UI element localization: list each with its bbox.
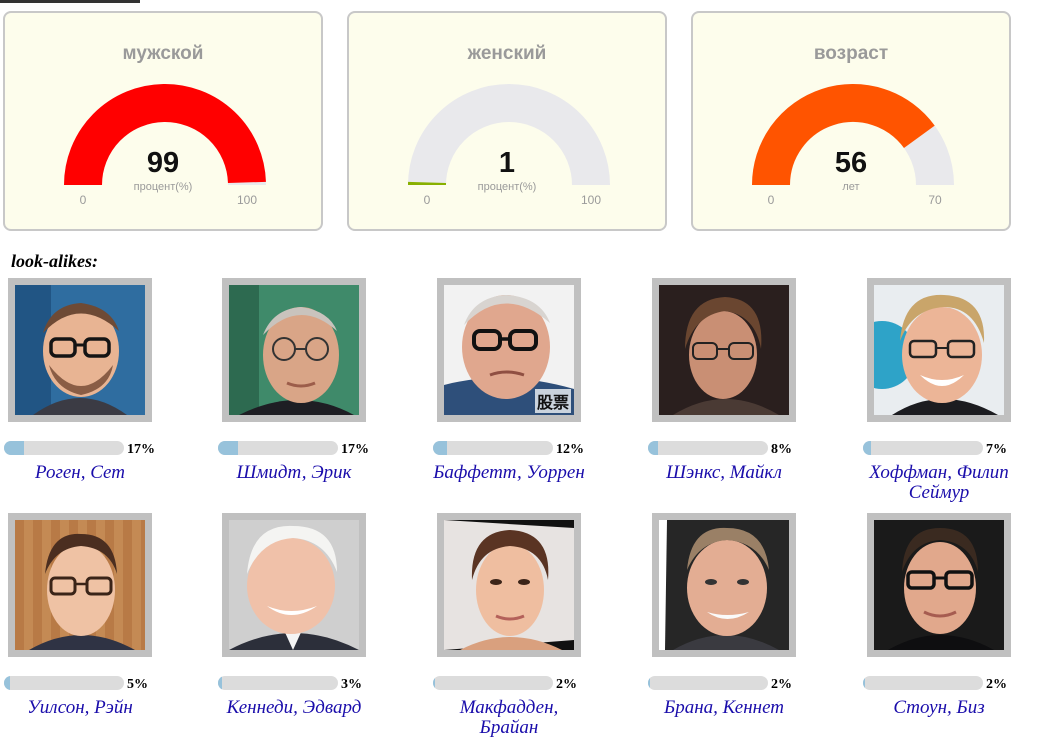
gauge-title: мужской <box>5 43 321 65</box>
lookalike-name-link[interactable]: Уилсон, Рэйн <box>4 698 156 718</box>
similarity-percent: 17% <box>127 442 155 458</box>
gauge-female: женский 1 процент(%) 0 100 <box>347 11 667 231</box>
face-photo <box>659 285 789 415</box>
similarity-bar <box>4 676 124 690</box>
photo-caption: 股票 <box>535 389 571 413</box>
lookalike-card: 3% Кеннеди, Эдвард <box>218 513 418 743</box>
lookalike-card: 2% Стоун, Биз <box>863 513 1040 743</box>
lookalike-card: 17% Шмидт, Эрик <box>218 278 418 508</box>
face-photo <box>15 520 145 650</box>
similarity-percent: 5% <box>127 677 148 693</box>
similarity-bar <box>648 441 768 455</box>
photo-frame[interactable] <box>652 513 796 657</box>
similarity-bar <box>218 676 338 690</box>
gauge-min: 0 <box>751 193 791 207</box>
similarity-bar-fill <box>4 441 24 455</box>
similarity-bar <box>648 676 768 690</box>
similarity-bar-fill <box>648 676 650 690</box>
lookalike-card: 17% Роген, Сет <box>4 278 204 508</box>
gauge-male: мужской 99 процент(%) 0 100 <box>3 11 323 231</box>
similarity-percent: 17% <box>341 442 369 458</box>
lookalike-name-link[interactable]: Шэнкс, Майкл <box>648 463 800 483</box>
gauge-value: 56 <box>693 147 1009 180</box>
similarity-bar <box>433 676 553 690</box>
lookalike-card: 2% Макфадден, Брайан <box>433 513 633 743</box>
face-photo: 股票 <box>444 285 574 415</box>
photo-frame[interactable] <box>437 513 581 657</box>
gauge-unit: процент(%) <box>349 181 665 193</box>
face-photo <box>444 520 574 650</box>
similarity-bar-fill <box>218 676 222 690</box>
similarity-percent: 8% <box>771 442 792 458</box>
gauge-unit: процент(%) <box>5 181 321 193</box>
similarity-bar-fill <box>433 441 447 455</box>
similarity-percent: 2% <box>556 677 577 693</box>
similarity-bar-fill <box>433 676 435 690</box>
lookalike-name-link[interactable]: Роген, Сет <box>4 463 156 483</box>
similarity-percent: 2% <box>771 677 792 693</box>
lookalike-name-link[interactable]: Кеннеди, Эдвард <box>218 698 370 718</box>
similarity-bar-fill <box>863 441 871 455</box>
gauge-max: 100 <box>227 193 267 207</box>
similarity-percent: 7% <box>986 442 1007 458</box>
similarity-bar <box>4 441 124 455</box>
photo-frame[interactable] <box>222 513 366 657</box>
photo-frame[interactable] <box>867 513 1011 657</box>
gauge-min: 0 <box>407 193 447 207</box>
photo-frame[interactable]: 股票 <box>437 278 581 422</box>
photo-frame[interactable] <box>222 278 366 422</box>
lookalikes-heading: look-alikes: <box>11 251 98 272</box>
gauge-age: возраст 56 лет 0 70 <box>691 11 1011 231</box>
face-photo <box>15 285 145 415</box>
photo-frame[interactable] <box>8 513 152 657</box>
gauge-max: 100 <box>571 193 611 207</box>
lookalike-card: 2% Брана, Кеннет <box>648 513 848 743</box>
lookalike-name-link[interactable]: Брана, Кеннет <box>648 698 800 718</box>
lookalike-name-link[interactable]: Хоффман, Филип Сеймур <box>863 463 1015 503</box>
similarity-percent: 3% <box>341 677 362 693</box>
similarity-percent: 2% <box>986 677 1007 693</box>
similarity-bar <box>218 441 338 455</box>
similarity-bar-fill <box>863 676 865 690</box>
gauge-value: 99 <box>5 147 321 180</box>
lookalike-card: 股票 12% Баффетт, Уоррен <box>433 278 633 508</box>
similarity-bar <box>433 441 553 455</box>
gauge-unit: лет <box>693 181 1009 193</box>
similarity-bar-fill <box>648 441 658 455</box>
lookalike-name-link[interactable]: Баффетт, Уоррен <box>433 463 585 483</box>
similarity-bar <box>863 676 983 690</box>
photo-frame[interactable] <box>8 278 152 422</box>
gauge-title: возраст <box>693 43 1009 65</box>
face-photo <box>659 520 789 650</box>
gauge-max: 70 <box>915 193 955 207</box>
photo-frame[interactable] <box>652 278 796 422</box>
lookalike-name-link[interactable]: Макфадден, Брайан <box>433 698 585 738</box>
lookalike-name-link[interactable]: Шмидт, Эрик <box>218 463 370 483</box>
similarity-bar <box>863 441 983 455</box>
lookalike-name-link[interactable]: Стоун, Биз <box>863 698 1015 718</box>
top-edge-fragment <box>0 0 140 3</box>
face-photo <box>229 520 359 650</box>
lookalike-card: 7% Хоффман, Филип Сеймур <box>863 278 1040 508</box>
gauge-min: 0 <box>63 193 103 207</box>
lookalike-card: 5% Уилсон, Рэйн <box>4 513 204 743</box>
face-photo <box>874 285 1004 415</box>
face-photo <box>874 520 1004 650</box>
lookalike-card: 8% Шэнкс, Майкл <box>648 278 848 508</box>
face-photo <box>229 285 359 415</box>
gauge-title: женский <box>349 43 665 65</box>
photo-frame[interactable] <box>867 278 1011 422</box>
similarity-bar-fill <box>218 441 238 455</box>
similarity-percent: 12% <box>556 442 584 458</box>
gauge-value: 1 <box>349 147 665 180</box>
similarity-bar-fill <box>4 676 10 690</box>
